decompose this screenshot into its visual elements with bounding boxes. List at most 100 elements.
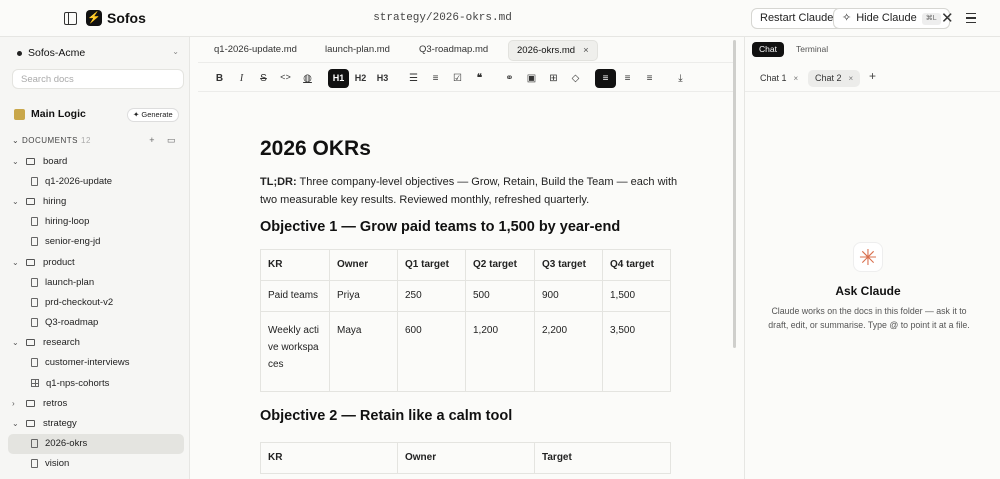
bold-button[interactable]: B	[210, 69, 229, 88]
tab-terminal[interactable]: Terminal	[789, 42, 835, 57]
tree-file[interactable]: senior-eng-jd	[8, 232, 184, 252]
documents-header[interactable]: ⌄ DOCUMENTS 12 + ▭	[12, 135, 182, 145]
bullet-list-icon[interactable]: ☰	[404, 69, 423, 88]
table-cell: Weekly active workspaces	[260, 311, 330, 392]
tree-file[interactable]: customer-interviews	[8, 353, 184, 373]
tab-q3-roadmap[interactable]: Q3-roadmap.md	[411, 40, 496, 61]
table-header: Q2 target	[465, 249, 535, 281]
chevron-down-icon[interactable]: ⌄	[12, 419, 22, 428]
tab-label: 2026-okrs.md	[517, 45, 576, 56]
tab-q1-2026-update[interactable]: q1-2026-update.md	[206, 40, 305, 61]
heading2-button[interactable]: H2	[351, 69, 370, 88]
tree-file[interactable]: prd-checkout-v2	[8, 292, 184, 312]
heading3-button[interactable]: H3	[373, 69, 392, 88]
code-button[interactable]: <>	[276, 69, 295, 88]
close-chat-icon[interactable]: ×	[849, 74, 854, 83]
new-chat-icon[interactable]: +	[869, 69, 876, 83]
file-icon	[31, 318, 38, 328]
close-tab-icon[interactable]: ×	[583, 45, 589, 56]
tree-folder[interactable]: ⌄ research	[8, 333, 184, 353]
generate-button[interactable]: ✦ Generate	[127, 108, 179, 122]
menu-icon[interactable]	[966, 13, 976, 24]
chat-tab-2[interactable]: Chat 2 ×	[808, 70, 861, 87]
close-icon[interactable]: ✕	[941, 9, 954, 27]
link-icon[interactable]: ⚭	[500, 69, 519, 88]
tree-file[interactable]: hiring-loop	[8, 212, 184, 232]
italic-button[interactable]: I	[232, 69, 251, 88]
tree-folder[interactable]: ⌄ hiring	[8, 191, 184, 211]
table-icon	[31, 379, 39, 388]
tree-file[interactable]: Q3-roadmap	[8, 313, 184, 333]
folder-icon	[26, 339, 35, 347]
align-right-icon[interactable]: ≡	[640, 69, 659, 88]
tree-file[interactable]: 2026-okrs	[8, 433, 184, 454]
main-logic[interactable]: Main Logic	[14, 108, 86, 120]
table-icon[interactable]: ⊞	[544, 69, 563, 88]
table-cell: Priya	[329, 280, 398, 312]
download-icon[interactable]: ⤓	[671, 69, 690, 88]
tree-folder[interactable]: ⌄ product	[8, 252, 184, 272]
tree-label: vision	[45, 458, 70, 470]
tree-label: launch-plan	[45, 276, 95, 288]
chevron-down-icon: ⌄	[12, 136, 22, 145]
table-cell: 900	[534, 280, 603, 312]
tldr-label: TL;DR:	[260, 176, 297, 188]
shortcut-badge: ⌘L	[921, 12, 941, 25]
folder-icon	[26, 157, 35, 165]
document-body: 2026 OKRs TL;DR: Three company-level obj…	[260, 137, 680, 235]
table-header: Owner	[397, 442, 535, 474]
image-icon[interactable]: ▣	[522, 69, 541, 88]
diamond-icon[interactable]: ◇	[566, 69, 585, 88]
workspace-dot-icon	[17, 50, 22, 56]
checklist-icon[interactable]: ☑	[448, 69, 467, 88]
folder-icon	[26, 258, 35, 266]
file-icon	[31, 237, 38, 247]
workspace-switcher[interactable]: Sofos-Acme ⌄	[17, 47, 187, 59]
hide-claude-button[interactable]: ✧ Hide Claude ⌘L	[833, 8, 950, 29]
chevron-right-icon[interactable]: ›	[12, 399, 22, 408]
sparkle-icon: ✧	[842, 12, 852, 24]
tab-2026-okrs[interactable]: 2026-okrs.md ×	[508, 40, 598, 61]
add-doc-icon[interactable]: +	[149, 135, 155, 145]
sidebar: Sofos-Acme ⌄ Main Logic ✦ Generate ⌄ DOC…	[0, 37, 190, 479]
close-chat-icon[interactable]: ×	[794, 74, 799, 83]
chevron-down-icon[interactable]: ⌄	[12, 258, 22, 267]
tree-file[interactable]: vision	[8, 454, 184, 474]
tree-file[interactable]: launch-plan	[8, 272, 184, 292]
tree-folder[interactable]: › retros	[8, 393, 184, 413]
tree-label: Q3-roadmap	[45, 317, 99, 329]
table-header-row: KR Owner Q1 target Q2 target Q3 target Q…	[260, 249, 671, 281]
search-input[interactable]	[12, 69, 184, 89]
claude-panel: Chat Terminal Chat 1 × Chat 2 × + ✳ Ask Cl…	[744, 37, 1000, 479]
numbered-list-icon[interactable]: ≡	[426, 69, 445, 88]
chevron-down-icon: ⌄	[172, 47, 179, 56]
objective-2-table: KR Owner Target	[260, 442, 671, 474]
quote-icon[interactable]: ❝	[470, 69, 489, 88]
tree-label: product	[43, 256, 75, 268]
table-cell: Paid teams	[260, 280, 330, 312]
tree-folder[interactable]: ⌄ board	[8, 151, 184, 171]
table-header: Q1 target	[397, 249, 466, 281]
editor-scrollbar[interactable]	[733, 40, 736, 348]
align-left-icon[interactable]: ≡	[595, 69, 616, 88]
new-folder-icon[interactable]: ▭	[167, 135, 176, 145]
tree-file[interactable]: q1-nps-cohorts	[8, 373, 184, 393]
chat-tab-1[interactable]: Chat 1 ×	[753, 70, 805, 87]
heading1-button[interactable]: H1	[328, 69, 349, 88]
chevron-down-icon[interactable]: ⌄	[12, 157, 22, 166]
editor: q1-2026-update.md launch-plan.md Q3-road…	[198, 37, 736, 479]
restart-claude-button[interactable]: Restart Claude	[751, 8, 843, 29]
table-header-row: KR Owner Target	[260, 442, 671, 474]
tree-file[interactable]: q1-2026-update	[8, 171, 184, 191]
chevron-down-icon[interactable]: ⌄	[12, 338, 22, 347]
table-header: Q4 target	[602, 249, 671, 281]
highlight-icon[interactable]: ◍	[298, 69, 317, 88]
tree-label: hiring	[43, 195, 67, 207]
tree-folder[interactable]: ⌄ strategy	[8, 413, 184, 433]
strikethrough-button[interactable]: S	[254, 69, 273, 88]
table-cell: 250	[397, 280, 466, 312]
tab-chat[interactable]: Chat	[752, 42, 784, 57]
chevron-down-icon[interactable]: ⌄	[12, 197, 22, 206]
tab-launch-plan[interactable]: launch-plan.md	[317, 40, 398, 61]
align-center-icon[interactable]: ≡	[618, 69, 637, 88]
